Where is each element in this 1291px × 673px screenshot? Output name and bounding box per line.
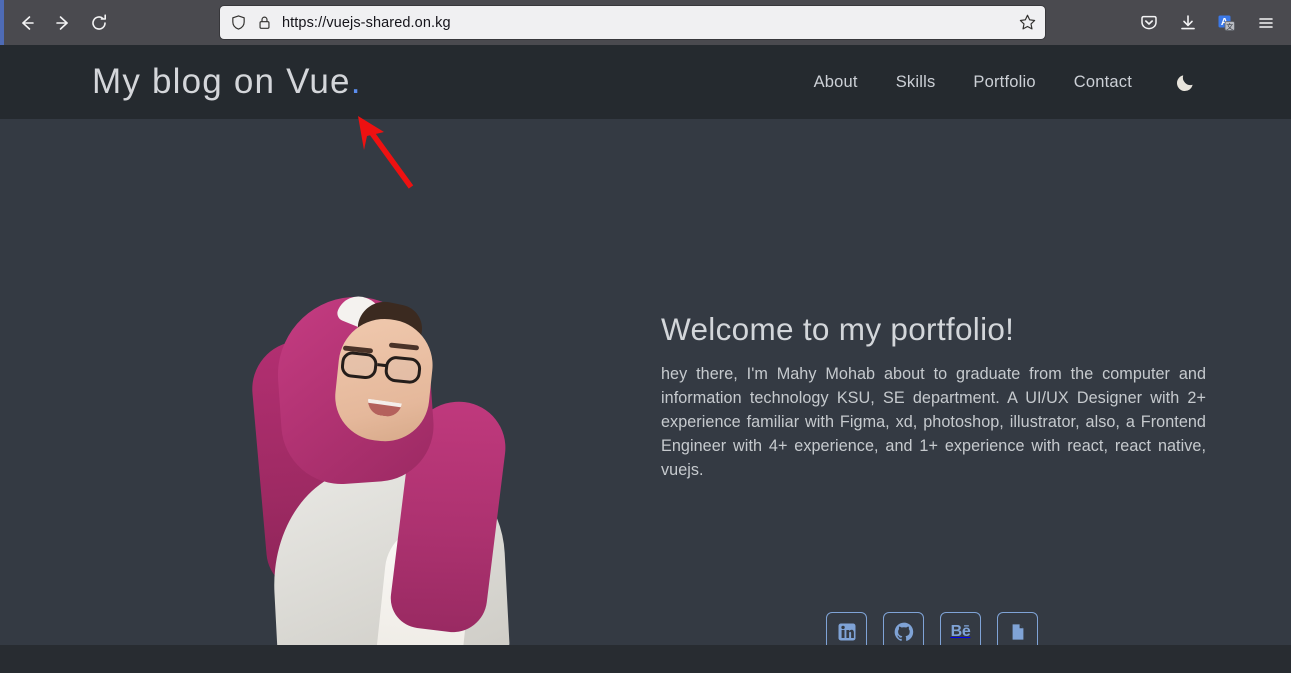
browser-toolbar: https://vuejs-shared.on.kg A 文 [0,0,1291,45]
nav-item-skills[interactable]: Skills [877,67,955,98]
lens-right [383,355,423,385]
hamburger-menu-icon [1259,17,1273,28]
svg-text:文: 文 [1226,22,1233,31]
translate-button[interactable]: A 文 [1210,6,1244,40]
url-bar[interactable]: https://vuejs-shared.on.kg [220,6,1045,39]
social-link-behance[interactable]: Bē [940,612,981,645]
social-link-linkedin[interactable] [826,612,867,645]
social-link-github[interactable] [883,612,924,645]
url-text[interactable]: https://vuejs-shared.on.kg [282,15,1018,31]
moon-icon [1176,75,1193,92]
site-logo-dot: . [350,62,362,101]
dark-mode-toggle[interactable] [1173,69,1199,95]
site-header: My blog on Vue. About Skills Portfolio C… [0,45,1291,119]
hero-copy: Welcome to my portfolio! hey there, I'm … [661,311,1206,482]
social-link-resume[interactable] [997,612,1038,645]
star-icon[interactable] [1018,13,1037,32]
lens-left [339,350,379,381]
main-navigation: About Skills Portfolio Contact [795,67,1199,98]
portrait-illustration [248,289,535,645]
reload-button[interactable] [82,6,116,40]
download-icon [1181,14,1195,29]
app-menu-button[interactable] [1249,6,1283,40]
forward-arrow-icon [56,15,68,30]
reload-icon [92,13,106,30]
social-links: Bē [826,612,1038,645]
site-logo[interactable]: My blog on Vue. [92,62,362,102]
hero-section: Welcome to my portfolio! hey there, I'm … [0,119,1291,645]
site-logo-text: My blog on Vue [92,62,351,101]
behance-icon: Bē [950,623,971,640]
linkedin-icon [838,623,855,641]
pocket-button[interactable] [1132,6,1166,40]
github-icon [894,622,913,641]
nav-item-contact[interactable]: Contact [1055,67,1151,98]
download-button[interactable] [1171,6,1205,40]
navigation-buttons [4,6,116,40]
document-icon [1012,624,1023,640]
hero-title: Welcome to my portfolio! [661,311,1015,347]
portrait-photo [248,289,535,645]
shield-icon[interactable] [230,14,247,31]
padlock-icon[interactable] [257,15,272,31]
hero-paragraph: hey there, I'm Mahy Mohab about to gradu… [661,365,1206,479]
pocket-icon [1141,15,1157,29]
translate-icon: A 文 [1218,15,1235,31]
toolbar-right-icons: A 文 [1132,0,1283,45]
back-button[interactable] [10,6,44,40]
forward-button[interactable] [46,6,80,40]
nav-item-about[interactable]: About [795,67,877,98]
nav-item-portfolio[interactable]: Portfolio [954,67,1054,98]
footer-strip [0,645,1291,673]
back-arrow-icon [22,15,34,30]
